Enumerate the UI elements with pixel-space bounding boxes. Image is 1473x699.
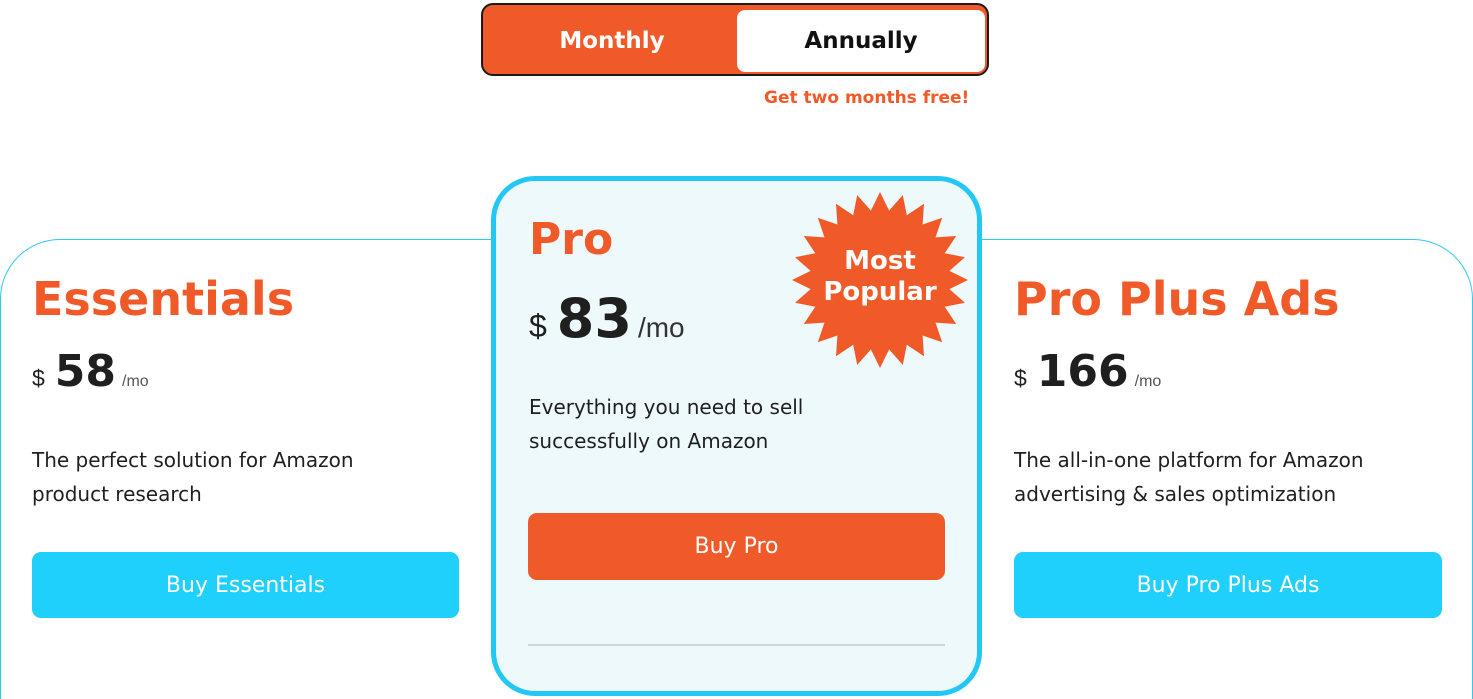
price-period: /mo — [637, 312, 685, 343]
plan-description: The all-in-one platform for Amazon adver… — [1014, 443, 1444, 511]
price-period: /mo — [1134, 373, 1162, 390]
price-currency: $ — [32, 365, 45, 391]
price-currency: $ — [1014, 365, 1027, 391]
buy-essentials-button[interactable]: Buy Essentials — [32, 552, 459, 618]
toggle-annually-option[interactable]: Annually — [737, 10, 985, 72]
card-divider — [528, 644, 945, 646]
plan-description: Everything you need to sell successfully… — [529, 390, 929, 458]
price-amount: 83 — [556, 287, 632, 350]
price-amount: 166 — [1036, 346, 1129, 397]
buy-pro-plus-ads-button[interactable]: Buy Pro Plus Ads — [1014, 552, 1442, 618]
plan-name: Essentials — [32, 272, 295, 326]
buy-pro-button[interactable]: Buy Pro — [528, 513, 945, 580]
price-currency: $ — [529, 308, 547, 344]
badge-label: Most Popular — [823, 246, 937, 307]
plan-price: $ 58 /mo — [32, 346, 462, 397]
price-period: /mo — [122, 373, 149, 390]
plan-description-line: product research — [32, 482, 202, 506]
plan-description-line: advertising & sales optimization — [1014, 482, 1337, 506]
price-amount: 58 — [54, 346, 117, 397]
plan-price: $ 166 /mo — [1014, 346, 1444, 397]
annual-promo-text: Get two months free! — [764, 88, 970, 108]
plan-name: Pro Plus Ads — [1014, 272, 1340, 326]
billing-toggle[interactable]: Monthly Annually — [481, 3, 989, 76]
toggle-monthly-option[interactable]: Monthly — [488, 10, 736, 72]
plan-description: The perfect solution for Amazon product … — [32, 443, 462, 511]
plan-description-line: successfully on Amazon — [529, 429, 769, 453]
plan-description-line: Everything you need to sell — [529, 395, 804, 419]
plan-description-line: The perfect solution for Amazon — [32, 448, 354, 472]
plan-card-pro-plus-ads: Pro Plus Ads $ 166 /mo The all-in-one pl… — [1014, 272, 1444, 511]
plan-description-line: The all-in-one platform for Amazon — [1014, 448, 1364, 472]
most-popular-badge: Most Popular — [790, 190, 970, 370]
plan-card-essentials: Essentials $ 58 /mo The perfect solution… — [32, 272, 462, 511]
